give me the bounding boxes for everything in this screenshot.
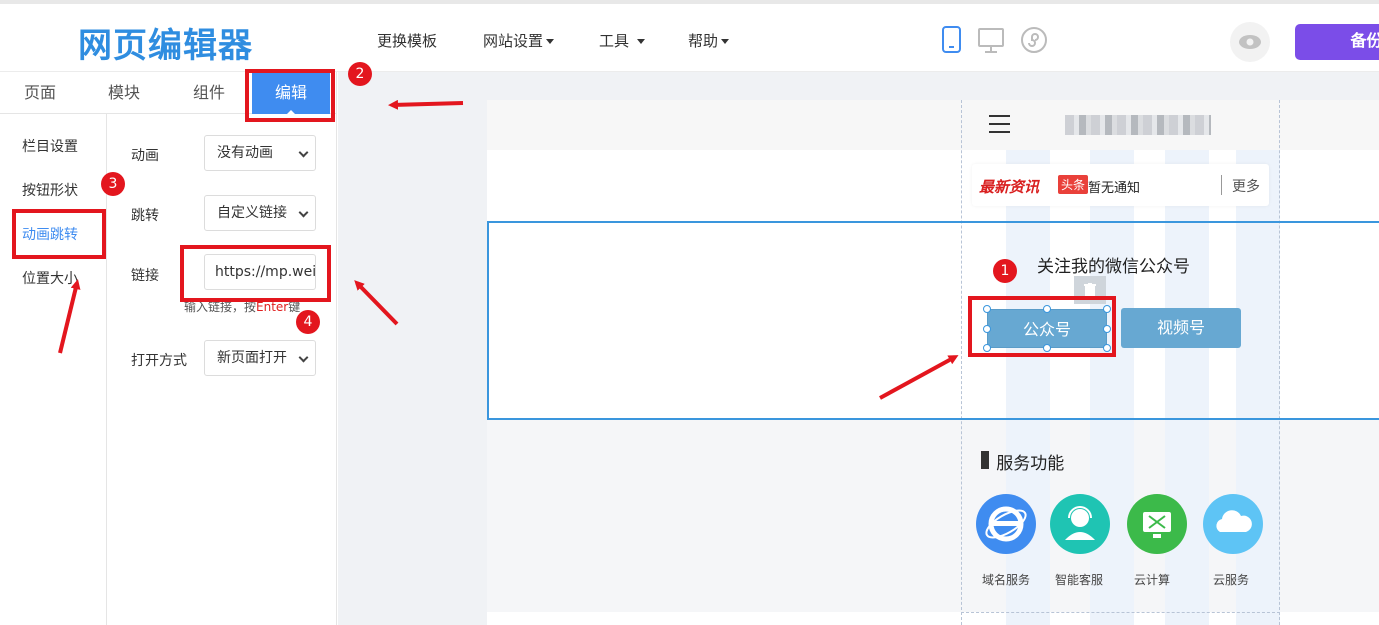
arrow-to-link-input (354, 280, 399, 326)
arrow-to-button (879, 355, 959, 400)
arrow-to-position-size (58, 279, 81, 354)
arrow-to-edit-tab (388, 99, 464, 110)
annotation-arrows (58, 99, 959, 400)
